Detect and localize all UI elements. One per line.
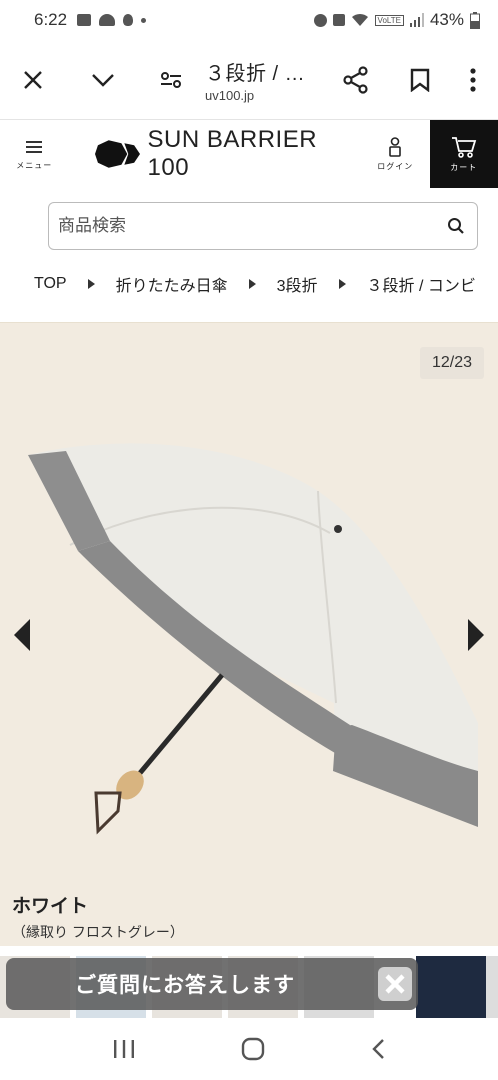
bookmark-icon — [410, 68, 430, 92]
search-icon[interactable] — [447, 217, 465, 235]
signal-icon — [409, 13, 424, 27]
thumbnail[interactable] — [486, 956, 498, 1018]
status-bar: 6:22 VoLTE 43% — [0, 0, 498, 40]
more-notifications-icon — [141, 17, 147, 23]
thumbnail[interactable] — [416, 956, 486, 1018]
site-logo[interactable]: SUN BARRIER 100 — [94, 126, 361, 182]
flame-icon — [123, 14, 134, 26]
back-icon[interactable] — [371, 1038, 385, 1060]
image-counter: 12/23 — [419, 347, 484, 379]
system-nav-bar — [0, 1018, 498, 1080]
breadcrumb-arrow-icon — [87, 279, 95, 289]
breadcrumb-arrow-icon — [338, 279, 346, 289]
breadcrumb-item-current: ３段折 / コンビ — [366, 278, 476, 295]
page-title: ３段折 / … — [205, 62, 306, 85]
logo-text: SUN BARRIER 100 — [147, 126, 318, 181]
menu-button[interactable]: メニュー — [0, 120, 69, 188]
breadcrumb-item-top[interactable]: TOP — [34, 275, 67, 293]
page-url: uv100.jp — [205, 87, 255, 103]
tune-icon — [161, 71, 181, 88]
page-title-area[interactable]: ３段折 / … uv100.jp — [199, 57, 328, 103]
home-icon[interactable] — [241, 1037, 265, 1061]
volte-badge: VoLTE — [374, 14, 404, 26]
chat-banner-label: ご質問にお答えします — [75, 974, 295, 997]
share-icon — [343, 65, 368, 94]
close-tab-button[interactable] — [5, 52, 61, 108]
product-gallery: 12/23 ホワイト （縁取り フロストグレー） — [0, 322, 498, 946]
gallery-icon — [77, 14, 92, 26]
breadcrumb: TOP 折りたたみ日傘 3段折 ３段折 / コンビ — [0, 266, 498, 302]
site-settings-button[interactable] — [143, 52, 199, 108]
alarm-icon — [313, 13, 327, 27]
bookmark-button[interactable] — [392, 52, 448, 108]
color-name: ホワイト — [12, 896, 89, 917]
next-image-button[interactable] — [468, 619, 484, 651]
search-box — [48, 202, 478, 250]
battery-icon — [470, 11, 480, 29]
browser-toolbar: ３段折 / … uv100.jp — [0, 40, 498, 120]
hamburger-icon — [26, 138, 43, 156]
battery-percent: 43% — [429, 10, 464, 29]
wifi-icon — [351, 13, 368, 26]
close-icon — [385, 974, 405, 994]
prev-image-button[interactable] — [14, 619, 30, 651]
menu-label: メニュー — [16, 160, 53, 170]
search-input[interactable] — [58, 216, 447, 236]
breadcrumb-item-folding[interactable]: 折りたたみ日傘 — [116, 272, 228, 296]
more-vert-icon — [470, 67, 476, 92]
close-icon — [24, 70, 42, 89]
mute-icon — [332, 14, 345, 26]
chevron-down-icon — [92, 73, 114, 87]
cloud-icon — [99, 14, 116, 26]
status-time: 6:22 — [34, 10, 68, 29]
chat-close-button[interactable] — [378, 967, 412, 1001]
cart-icon — [451, 136, 476, 158]
breadcrumb-item-3dan[interactable]: 3段折 — [277, 272, 318, 296]
image-caption: ホワイト （縁取り フロストグレー） — [12, 891, 184, 942]
share-button[interactable] — [328, 52, 384, 108]
chat-banner[interactable]: ご質問にお答えします — [6, 958, 418, 1010]
breadcrumb-arrow-icon — [248, 279, 256, 289]
recent-apps-icon[interactable] — [113, 1039, 135, 1059]
cart-label: カート — [450, 162, 478, 172]
site-header: メニュー SUN BARRIER 100 ログイン カート — [0, 120, 498, 188]
logo-mark-icon — [94, 140, 140, 168]
minimize-button[interactable] — [75, 52, 131, 108]
color-detail: （縁取り フロストグレー） — [12, 924, 184, 940]
login-label: ログイン — [377, 161, 414, 171]
product-image — [28, 443, 478, 835]
user-icon — [389, 136, 402, 157]
cart-button[interactable]: カート — [429, 120, 498, 188]
more-options-button[interactable] — [448, 52, 498, 108]
login-button[interactable]: ログイン — [361, 120, 430, 188]
